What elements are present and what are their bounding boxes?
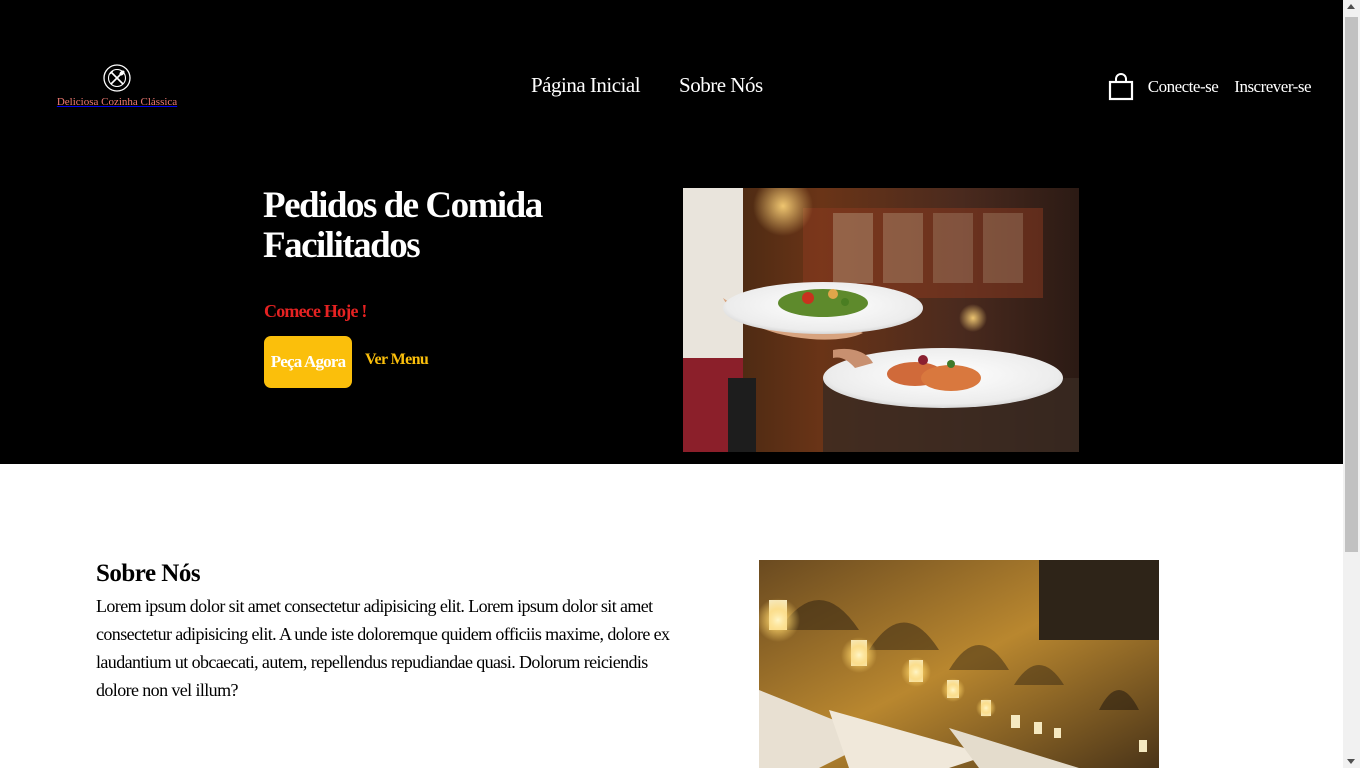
page: Deliciosa Cozinha Clássica Página Inicia… — [0, 0, 1343, 768]
hero-image — [683, 188, 1079, 452]
order-now-button[interactable]: Peça Agora — [264, 336, 352, 388]
signup-link[interactable]: Inscrever-se — [1234, 77, 1311, 97]
nav-about[interactable]: Sobre Nós — [679, 73, 763, 98]
hero-section: Deliciosa Cozinha Clássica Página Inicia… — [0, 0, 1343, 464]
brand-name: Deliciosa Cozinha Clássica — [56, 96, 178, 108]
scrollbar-thumb[interactable] — [1345, 17, 1358, 552]
about-text: Lorem ipsum dolor sit amet consectetur a… — [96, 596, 670, 700]
hero-title: Pedidos de Comida Facilitados — [263, 185, 543, 266]
scroll-up-arrow-icon[interactable] — [1347, 4, 1355, 9]
brand-logo[interactable]: Deliciosa Cozinha Clássica — [47, 63, 187, 108]
about-title: Sobre Nós — [96, 560, 201, 587]
vertical-scrollbar[interactable] — [1343, 0, 1360, 768]
view-menu-link[interactable]: Ver Menu — [365, 351, 429, 369]
scroll-down-arrow-icon[interactable] — [1347, 759, 1355, 764]
about-image — [759, 560, 1159, 768]
fork-knife-plate-icon — [103, 64, 131, 92]
shopping-bag-icon[interactable] — [1108, 73, 1134, 101]
login-link[interactable]: Conecte-se — [1148, 77, 1219, 97]
main-nav: Página Inicial Sobre Nós — [531, 73, 763, 98]
waiter-serving-dishes-photo — [683, 188, 1079, 452]
auth-area: Conecte-se Inscrever-se — [1108, 73, 1311, 101]
restaurant-street-night-photo — [759, 560, 1159, 768]
hero-subtitle: Comece Hoje ! — [264, 301, 367, 321]
nav-home[interactable]: Página Inicial — [531, 73, 641, 98]
